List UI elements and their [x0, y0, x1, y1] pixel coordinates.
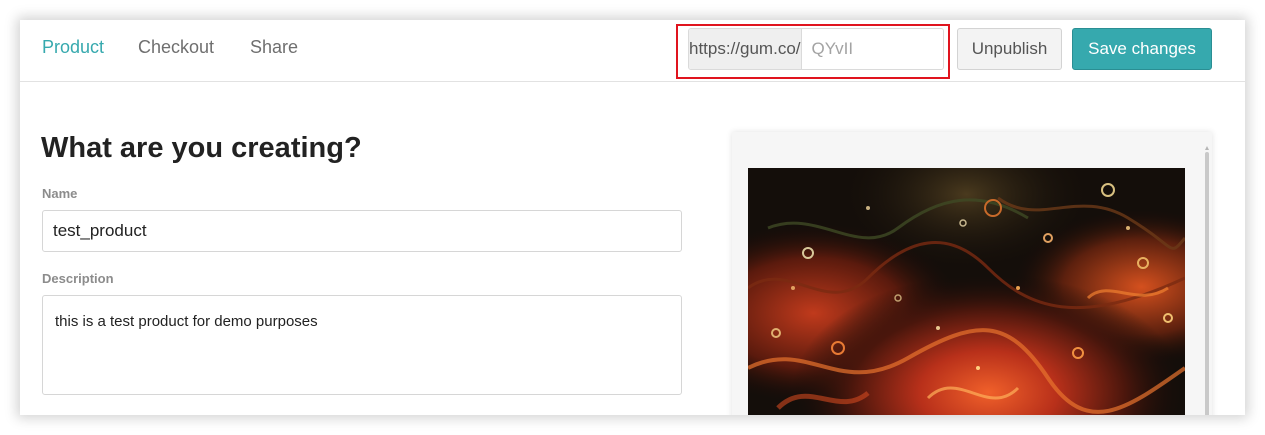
preview-scrollbar[interactable] [1205, 152, 1209, 415]
tab-checkout[interactable]: Checkout [138, 37, 214, 58]
name-label: Name [42, 186, 78, 201]
name-input[interactable] [42, 210, 682, 252]
product-preview [732, 132, 1212, 415]
page-title: What are you creating? [41, 132, 362, 164]
scroll-up-arrow-icon[interactable] [1205, 146, 1209, 150]
description-label: Description [42, 271, 114, 286]
save-changes-button[interactable]: Save changes [1072, 28, 1212, 70]
tab-share[interactable]: Share [250, 37, 298, 58]
unpublish-button[interactable]: Unpublish [957, 28, 1062, 70]
url-prefix: https://gum.co/ [689, 29, 802, 69]
top-bar: Product Checkout Share https://gum.co/ U… [20, 20, 1245, 82]
cover-image [748, 168, 1185, 415]
app-window: Product Checkout Share https://gum.co/ U… [20, 20, 1245, 415]
tab-product[interactable]: Product [42, 37, 104, 58]
url-slug-input[interactable] [801, 29, 943, 69]
description-input[interactable]: this is a test product for demo purposes [42, 295, 682, 395]
product-url-group: https://gum.co/ [688, 28, 944, 70]
